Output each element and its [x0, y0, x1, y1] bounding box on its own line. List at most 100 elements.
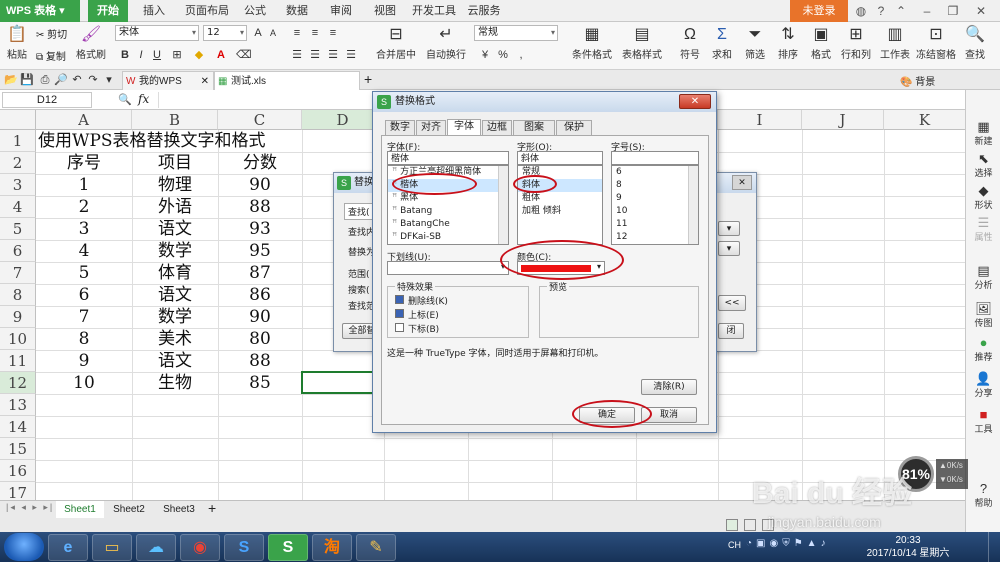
recommend-item[interactable]: ● 推荐 — [966, 336, 1000, 363]
font-input[interactable]: 楷体 — [387, 151, 509, 165]
tab-data[interactable]: 数据 — [282, 0, 312, 22]
row-header[interactable]: 11 — [0, 350, 36, 372]
dropdown-icon[interactable]: ▾ — [102, 73, 116, 87]
row-col-button[interactable]: ⊞ 行和列 — [838, 25, 874, 61]
superscript-checkbox[interactable] — [395, 309, 404, 318]
replace-format-dropdown[interactable]: ▾ — [718, 241, 740, 256]
currency-icon[interactable]: ¥ — [478, 48, 492, 62]
tab-formulas[interactable]: 公式 — [238, 0, 272, 22]
data-cell[interactable]: 7 — [36, 306, 132, 328]
data-cell[interactable]: 生物 — [132, 372, 218, 394]
ie-icon[interactable]: e — [48, 534, 88, 561]
font-list-scrollbar[interactable] — [498, 166, 508, 244]
cloud-app-icon[interactable]: ☁ — [136, 534, 176, 561]
clock[interactable]: 20:33 2017/10/14 星期六 — [860, 534, 956, 560]
tab-alignment[interactable]: 对齐 — [416, 120, 446, 135]
align-middle-icon[interactable]: ≡ — [308, 26, 322, 40]
add-sheet-icon[interactable]: + — [208, 500, 216, 516]
underline-icon[interactable]: U — [150, 48, 164, 62]
tools-item[interactable]: ■ 工具 — [966, 408, 1000, 435]
column-header-a[interactable]: A — [36, 110, 132, 130]
freeze-panes-button[interactable]: ⊡ 冻结窗格 — [914, 25, 958, 61]
column-header-c[interactable]: C — [218, 110, 302, 130]
row-header[interactable]: 8 — [0, 284, 36, 306]
chevron-up-icon[interactable]: ⌃ — [892, 2, 910, 20]
align-bottom-icon[interactable]: ≡ — [326, 26, 340, 40]
header-cell-index[interactable]: 序号 — [36, 152, 132, 174]
align-left-icon[interactable]: ☰ — [290, 48, 304, 62]
row-header[interactable]: 10 — [0, 328, 36, 350]
row-header[interactable]: 15 — [0, 438, 36, 460]
data-cell[interactable]: 语文 — [132, 218, 218, 240]
share-item[interactable]: 👤 分享 — [966, 372, 1000, 399]
size-option[interactable]: 12 — [612, 231, 698, 244]
fill-color-icon[interactable]: ◆ — [192, 48, 206, 62]
language-indicator[interactable]: CH — [728, 540, 741, 550]
shape-item[interactable]: ◆ 形状 — [966, 184, 1000, 211]
copy-button[interactable]: ⧉ 复制 — [36, 48, 66, 63]
open-folder-icon[interactable]: 📂 — [4, 73, 18, 87]
row-header[interactable]: 6 — [0, 240, 36, 262]
font-style-input[interactable]: 斜体 — [517, 151, 603, 165]
row-header[interactable]: 13 — [0, 394, 36, 416]
print-preview-icon[interactable]: 🔎 — [54, 73, 68, 87]
header-cell-item[interactable]: 项目 — [132, 152, 218, 174]
sheet-tab-1[interactable]: Sheet1 — [56, 501, 104, 518]
data-cell[interactable]: 3 — [36, 218, 132, 240]
data-cell[interactable]: 数学 — [132, 306, 218, 328]
data-cell[interactable]: 9 — [36, 350, 132, 372]
merge-center-button[interactable]: ⊟ 合并居中 — [372, 25, 420, 61]
symbol-button[interactable]: Ω 符号 — [676, 25, 704, 61]
clear-format-icon[interactable]: ⌫ — [236, 48, 252, 62]
conditional-format-button[interactable]: ▦ 条件格式 — [568, 25, 616, 61]
style-option[interactable]: 粗体 — [518, 192, 602, 205]
italic-icon[interactable]: I — [134, 48, 148, 62]
data-cell[interactable]: 4 — [36, 240, 132, 262]
data-cell[interactable]: 5 — [36, 262, 132, 284]
bold-icon[interactable]: B — [118, 48, 132, 62]
normal-view-icon[interactable] — [726, 519, 738, 531]
close-tab-icon[interactable]: ✕ — [201, 72, 209, 91]
font-option[interactable]: ꟸ Batang — [388, 205, 508, 218]
data-cell[interactable]: 80 — [218, 328, 302, 350]
font-size-select[interactable]: 12 ▾ — [203, 25, 247, 41]
close-icon[interactable]: ✕ — [972, 2, 990, 20]
replace-dialog-close-icon[interactable]: ✕ — [732, 175, 752, 190]
tab-developer[interactable]: 开发工具 — [410, 0, 458, 22]
size-list-scrollbar[interactable] — [688, 166, 698, 244]
data-cell[interactable]: 语文 — [132, 284, 218, 306]
tab-pattern[interactable]: 图案 — [513, 120, 555, 135]
data-cell[interactable]: 87 — [218, 262, 302, 284]
sogou-icon[interactable]: S — [224, 534, 264, 561]
data-cell[interactable]: 外语 — [132, 196, 218, 218]
align-right-icon[interactable]: ☰ — [326, 48, 340, 62]
tab-font[interactable]: 字体 — [447, 119, 481, 135]
justify-icon[interactable]: ☰ — [344, 48, 358, 62]
header-cell-score[interactable]: 分数 — [218, 152, 302, 174]
data-cell[interactable]: 93 — [218, 218, 302, 240]
data-cell[interactable]: 体育 — [132, 262, 218, 284]
help-icon[interactable]: ? — [872, 2, 890, 20]
size-option[interactable]: 8 — [612, 179, 698, 192]
worksheet-button[interactable]: ▥ 工作表 — [878, 25, 912, 61]
data-cell[interactable]: 88 — [218, 196, 302, 218]
restore-icon[interactable]: ❐ — [944, 2, 962, 20]
data-cell[interactable]: 95 — [218, 240, 302, 262]
sheet-title-cell[interactable]: 使用WPS表格替换文字和格式 — [38, 130, 298, 152]
font-size-input[interactable] — [611, 151, 699, 165]
data-cell[interactable]: 85 — [218, 372, 302, 394]
cut-button[interactable]: ✂ 剪切 — [36, 26, 67, 41]
data-cell[interactable]: 美术 — [132, 328, 218, 350]
font-size-list[interactable]: 6 8 9 10 11 12 — [611, 165, 699, 245]
format-dialog-close-icon[interactable]: ✕ — [679, 94, 711, 109]
size-option[interactable]: 9 — [612, 192, 698, 205]
analysis-item[interactable]: ▤ 分析 — [966, 264, 1000, 291]
data-cell[interactable]: 10 — [36, 372, 132, 394]
data-cell[interactable]: 语文 — [132, 350, 218, 372]
column-header-k[interactable]: K — [884, 110, 965, 130]
print-icon[interactable]: ⎙ — [38, 73, 52, 87]
format-painter-button[interactable]: 🖌 格式刷 — [76, 25, 106, 61]
sheet-tab-2[interactable]: Sheet2 — [104, 501, 154, 518]
row-header[interactable]: 3 — [0, 174, 36, 196]
column-header-b[interactable]: B — [132, 110, 218, 130]
